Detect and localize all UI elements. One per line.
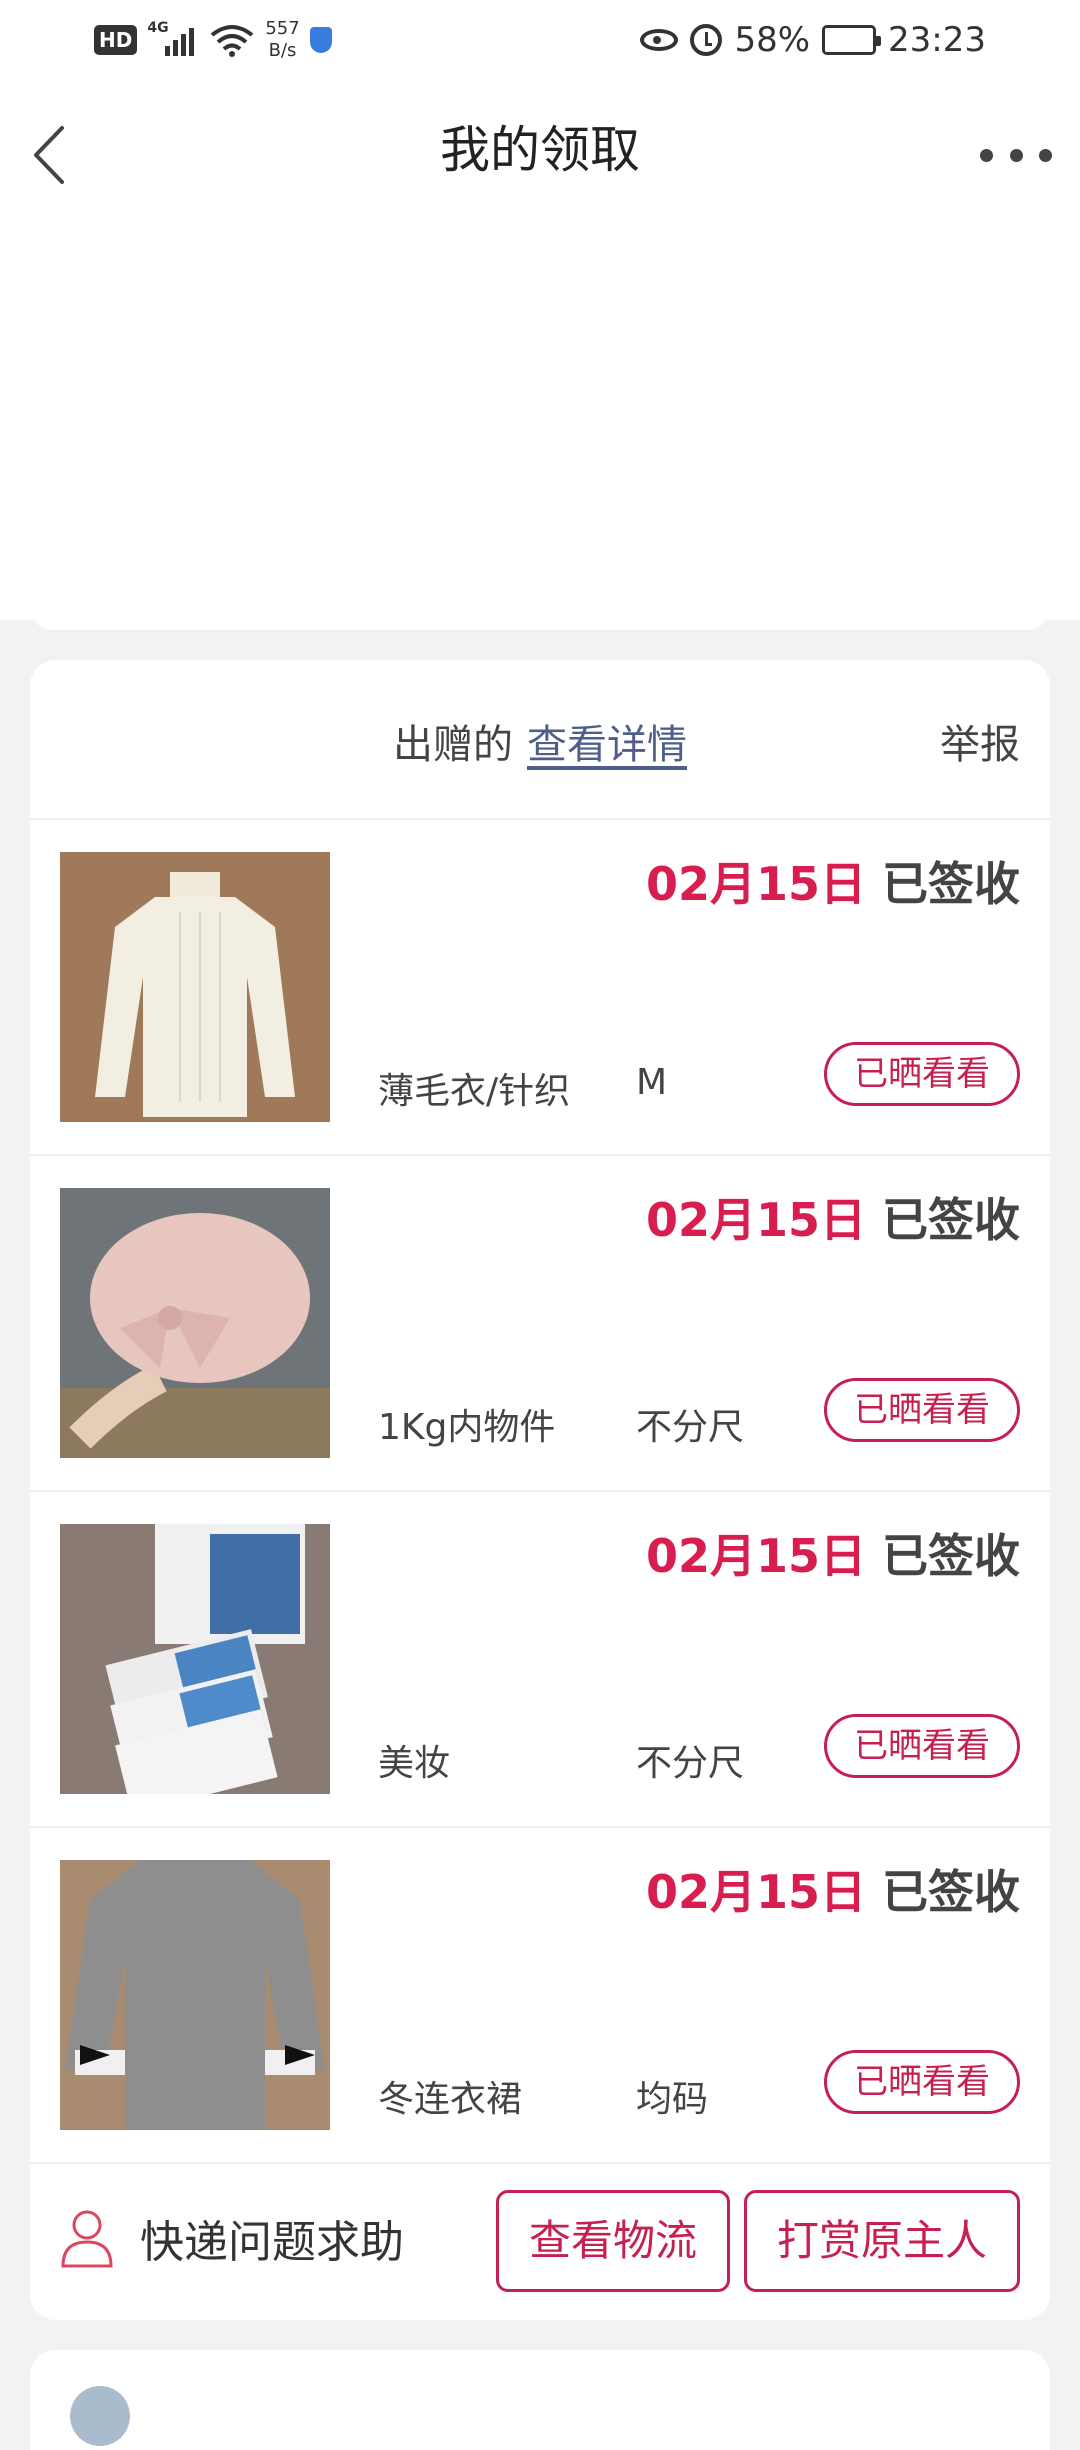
order-item[interactable]: 02月15日 已签收 薄毛衣/针织 M 已晒看看 [30,820,1050,1156]
sign-date: 02月15日 已签收 [645,1193,1020,1247]
signal-icon: 4G [147,20,199,60]
product-thumbnail[interactable] [60,1188,330,1458]
shared-view-button[interactable]: 已晒看看 [824,1378,1020,1442]
sign-date: 02月15日 已签收 [645,857,1020,911]
card-header: 出赠的 查看详情 举报 [30,660,1050,820]
item-category: 冬连衣裙 [378,2079,523,2120]
item-size: M [636,1062,668,1103]
clock: 23:23 [888,20,986,60]
view-details-link[interactable]: 查看详情 [527,722,687,768]
user-icon [61,2210,113,2268]
next-order-card[interactable] [30,2350,1050,2450]
alarm-icon [690,24,723,56]
nav-bar: 我的领取 [0,80,1080,220]
shared-view-button[interactable]: 已晒看看 [824,1042,1020,1106]
item-size: 不分尺 [636,1407,745,1448]
shared-view-button[interactable]: 已晒看看 [824,1714,1020,1778]
item-category: 美妆 [378,1743,451,1784]
banner-card-bottom [28,560,1052,630]
page-title: 我的领取 [440,121,640,179]
item-size: 均码 [636,2079,709,2120]
network-speed: 557 B/s [265,18,299,62]
order-item[interactable]: 02月15日 已签收 冬连衣裙 均码 已晒看看 [30,1828,1050,2164]
item-category: 薄毛衣/针织 [378,1071,571,1112]
sign-date: 02月15日 已签收 [645,1865,1020,1919]
courier-help-link[interactable]: 快递问题求助 [60,2198,404,2278]
battery-icon [822,25,882,55]
wifi-icon [211,25,254,57]
speed-unit: B/s [268,40,297,61]
order-item[interactable]: 02月15日 已签收 1Kg内物件 不分尺 已晒看看 [30,1156,1050,1492]
battery-percent: 58% [734,20,811,60]
more-options-icon[interactable] [980,138,1052,172]
shield-icon [309,27,332,53]
help-label: 快递问题求助 [140,2217,404,2268]
card-footer: 快递问题求助 查看物流 打赏原主人 [30,2154,1050,2320]
hd-badge: HD [94,25,138,55]
order-card: 出赠的 查看详情 举报 02月15日 已签收 薄毛衣/针织 M 已晒看看 02月… [30,660,1050,2320]
shared-view-button[interactable]: 已晒看看 [824,2050,1020,2114]
sign-date: 02月15日 已签收 [645,1529,1020,1583]
status-right: 58% 23:23 [640,14,986,66]
view-logistics-button[interactable]: 查看物流 [496,2190,730,2292]
product-thumbnail[interactable] [60,1860,330,2130]
order-item[interactable]: 02月15日 已签收 美妆 不分尺 已晒看看 [30,1492,1050,1828]
network-type: 4G [147,20,169,36]
avatar [70,2386,130,2446]
donor-label: 出赠的 [393,722,513,768]
tip-original-owner-button[interactable]: 打赏原主人 [744,2190,1020,2292]
donor-line: 出赠的 查看详情 [30,712,1050,770]
status-bar: HD 4G 557 B/s 58% 23:23 [0,0,1080,80]
item-size: 不分尺 [636,1743,745,1784]
product-thumbnail[interactable] [60,852,330,1122]
status-left: HD 4G 557 B/s [94,14,332,66]
item-category: 1Kg内物件 [378,1407,556,1448]
product-thumbnail[interactable] [60,1524,330,1794]
speed-value: 557 [265,18,300,39]
eye-comfort-icon [640,29,679,51]
report-button[interactable]: 举报 [940,712,1020,770]
